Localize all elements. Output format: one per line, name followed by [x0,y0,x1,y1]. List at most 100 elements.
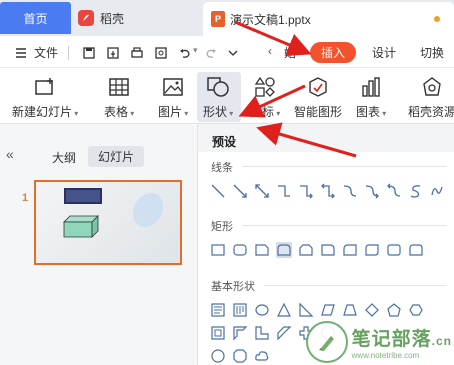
snip-round-rectangle-shape[interactable] [342,242,358,258]
preview-icon[interactable] [154,46,168,60]
snip-same-side-rectangle-shape[interactable] [298,242,314,258]
save-icon[interactable] [82,46,96,60]
shape-button[interactable]: 形状 ▾ [203,76,233,120]
diagonal-stripe-shape[interactable] [276,325,292,341]
smartart-label: 智能图形 [294,105,343,119]
shape-label: 形状 ▾ [203,105,234,119]
line-shape[interactable] [210,183,226,199]
chart-button[interactable]: 图表 ▾ [356,76,386,120]
triangle-shape[interactable] [276,302,292,318]
collapse-panel-icon[interactable]: « [6,146,14,162]
smartart-button[interactable]: 智能图形 [294,76,342,120]
half-frame-shape[interactable] [232,325,248,341]
new-slide-label: 新建幻灯片 ▾ [12,105,79,119]
table-button[interactable]: 表格 ▾ [104,76,134,120]
shape-icon [207,77,229,97]
watermark: 笔记部落.cn www.notetribe.com [305,321,452,363]
undo-icon[interactable] [178,46,192,60]
tab-outline[interactable]: 大纲 [52,149,76,166]
text-box-shape[interactable] [210,302,226,318]
tab-document[interactable]: P 演示文稿1.pptx [203,2,454,36]
elbow-arrow-shape[interactable] [298,183,314,199]
watermark-logo-icon [305,321,348,363]
vertical-text-box-shape[interactable] [232,302,248,318]
cloud-shape[interactable] [254,348,270,364]
arrow-line-shape[interactable] [232,183,248,199]
tab-wk[interactable]: 稻壳 [78,4,124,32]
dropdown-header [198,124,454,152]
tab-document-label: 演示文稿1.pptx [230,12,311,27]
panel-tabs: « 大纲 幻灯片 [0,146,194,168]
scribble-shape[interactable] [430,183,446,199]
hexagon-shape[interactable] [408,302,424,318]
round-single-corner-rectangle-shape[interactable] [320,242,336,258]
menu-start-partial[interactable]: 始 [284,44,296,61]
tab-home[interactable]: 首页 [0,2,71,34]
oval-shape[interactable] [254,302,270,318]
round-same-side-rectangle-shape[interactable] [408,242,424,258]
wk-resource-button[interactable]: 稻壳资源 [408,76,454,120]
undo-dropdown-icon[interactable]: ▾ [193,45,198,56]
icon-button[interactable]: 图标 ▾ [250,76,280,120]
right-triangle-shape[interactable] [298,302,314,318]
section-rectangles: 矩形 [211,221,233,233]
watermark-main: 笔记部落.cn [351,329,452,350]
watermark-text: 笔记部落.cn www.notetribe.com [352,324,452,360]
round-diagonal-rectangle-shape[interactable] [364,242,380,258]
rounded-rectangle-shape[interactable] [232,242,248,258]
slide-panel: « 大纲 幻灯片 1 [0,124,194,365]
pentagon-shape[interactable] [386,302,402,318]
l-shape[interactable] [254,325,270,341]
unsaved-dot-icon [434,16,440,22]
scroll-left-icon[interactable]: ‹ [268,44,272,58]
parallelogram-shape[interactable] [320,302,336,318]
print-icon[interactable] [130,46,144,60]
menu-switch[interactable]: 切换 [420,44,444,61]
snip-corner-rectangle-shape[interactable] [254,242,270,258]
frame-shape[interactable] [210,325,226,341]
watermark-url: www.notetribe.com [351,351,420,360]
pptx-file-icon: P [211,11,225,27]
curved-double-arrow-shape[interactable] [386,183,402,199]
wk-resource-icon [423,77,441,96]
icon-label: 图标 ▾ [250,105,281,119]
tab-home-label: 首页 [23,11,48,26]
elbow-connector-shape[interactable] [276,183,292,199]
rounded-rectangle-2-shape[interactable] [386,242,402,258]
menu-insert-label: 插入 [320,46,345,60]
menu-file[interactable]: 文件 [34,44,58,61]
tab-bar: 首页 稻壳 P 演示文稿1.pptx [0,0,454,36]
double-arrow-shape[interactable] [254,183,270,199]
new-slide-button[interactable]: 新建幻灯片 ▾ [12,76,78,120]
menu-row: 文件 ▾ ‹ 始 插入 设计 切换 [0,36,454,68]
circle-shape[interactable] [210,348,226,364]
tab-slides[interactable]: 幻灯片 [88,146,144,167]
icon-library-icon [254,76,276,97]
slide-thumbnail[interactable] [34,180,182,265]
divider [242,225,447,226]
round-top-rectangle-shape[interactable] [276,242,292,258]
hamburger-icon[interactable] [14,46,28,60]
export-icon[interactable] [106,46,120,60]
new-slide-icon [35,78,54,95]
redo-icon[interactable] [204,46,218,60]
table-icon [109,78,129,96]
curved-connector-shape[interactable] [342,183,358,199]
freeform-s-shape[interactable] [408,183,424,199]
octagon-shape[interactable] [232,348,248,364]
chart-icon [362,77,380,97]
smartart-icon [309,77,327,97]
curved-arrow-shape[interactable] [364,183,380,199]
picture-button[interactable]: 图片 ▾ [158,76,188,120]
slide-number: 1 [22,192,29,204]
trapezoid-shape[interactable] [342,302,358,318]
picture-icon [163,78,183,96]
more-options-icon[interactable] [226,46,240,60]
slide-content-preview [63,188,164,238]
menu-insert[interactable]: 插入 [310,42,356,63]
rectangle-shape[interactable] [210,242,226,258]
table-label: 表格 ▾ [104,105,135,119]
elbow-double-arrow-shape[interactable] [320,183,336,199]
diamond-shape[interactable] [364,302,380,318]
menu-design[interactable]: 设计 [372,44,396,61]
